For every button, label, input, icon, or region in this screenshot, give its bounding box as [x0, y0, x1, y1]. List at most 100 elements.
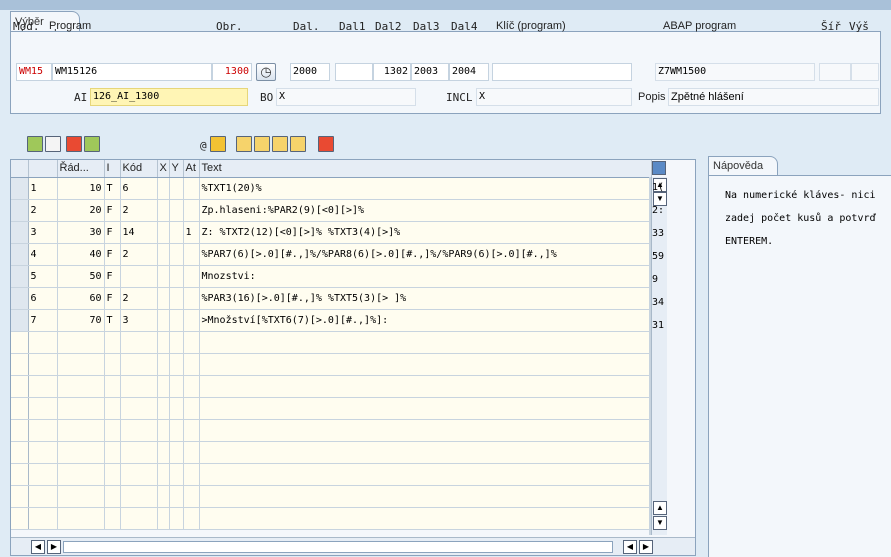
row-selector[interactable]: [11, 199, 29, 222]
col-i[interactable]: I: [104, 160, 121, 178]
row-selector[interactable]: [11, 441, 29, 464]
hscroll-thumb[interactable]: [63, 541, 613, 553]
cell-code[interactable]: [120, 507, 158, 530]
cell-i[interactable]: T: [104, 309, 121, 332]
cell-at[interactable]: [183, 507, 200, 530]
cell-at[interactable]: [183, 419, 200, 442]
horizontal-scrollbar[interactable]: ◀ ▶ ◀ ▶: [11, 537, 695, 555]
mod-field[interactable]: WM15: [16, 63, 52, 81]
row-selector[interactable]: [11, 331, 29, 354]
cell-x[interactable]: [157, 419, 170, 442]
cell-row[interactable]: 20: [57, 199, 105, 222]
scroll-left-end-icon[interactable]: ◀: [623, 540, 637, 554]
cell-y[interactable]: [169, 485, 184, 508]
cell-at[interactable]: [183, 485, 200, 508]
cell-row[interactable]: [57, 485, 105, 508]
cell-row[interactable]: [57, 375, 105, 398]
cell-y[interactable]: [169, 287, 184, 310]
cell-i[interactable]: F: [104, 287, 121, 310]
row-number[interactable]: [28, 375, 58, 398]
cell-x[interactable]: [157, 177, 170, 200]
cell-code[interactable]: 2: [120, 243, 158, 266]
empty-row[interactable]: [11, 441, 652, 464]
cell-row[interactable]: [57, 353, 105, 376]
col-text[interactable]: Text: [199, 160, 652, 178]
cell-row[interactable]: [57, 419, 105, 442]
row-number[interactable]: [28, 397, 58, 420]
cell-x[interactable]: [157, 375, 170, 398]
page-icon[interactable]: [45, 136, 61, 152]
cell-x[interactable]: [157, 265, 170, 288]
cell-at[interactable]: [183, 177, 200, 200]
ai-field[interactable]: 126_AI_1300: [90, 88, 248, 106]
scroll-down-icon[interactable]: ▼: [653, 192, 667, 206]
row-number[interactable]: 3: [28, 221, 58, 244]
cell-at[interactable]: [183, 265, 200, 288]
move-top-icon[interactable]: [254, 136, 270, 152]
cell-text[interactable]: [199, 353, 652, 376]
empty-row[interactable]: [11, 463, 652, 486]
cell-at[interactable]: [183, 199, 200, 222]
row-selector[interactable]: [11, 287, 29, 310]
cell-at[interactable]: [183, 375, 200, 398]
cell-code[interactable]: 2: [120, 287, 158, 310]
table-row[interactable]: 6 60 F 2 %PAR3(16)[>.0][#.,]% %TXT5(3)[> ]%: [11, 287, 652, 310]
cell-i[interactable]: [104, 485, 121, 508]
cell-row[interactable]: 60: [57, 287, 105, 310]
cell-x[interactable]: [157, 397, 170, 420]
row-number[interactable]: 6: [28, 287, 58, 310]
empty-row[interactable]: [11, 419, 652, 442]
row-number[interactable]: 4: [28, 243, 58, 266]
next4-field[interactable]: 2004: [449, 63, 489, 81]
col-row[interactable]: Řád...: [57, 160, 105, 178]
cell-row[interactable]: 50: [57, 265, 105, 288]
row-number[interactable]: 7: [28, 309, 58, 332]
cell-row[interactable]: 10: [57, 177, 105, 200]
row-selector[interactable]: [11, 177, 29, 200]
cell-at[interactable]: [183, 463, 200, 486]
cell-i[interactable]: F: [104, 199, 121, 222]
col-code[interactable]: Kód: [120, 160, 158, 178]
cell-at[interactable]: [183, 243, 200, 266]
cell-at[interactable]: [183, 353, 200, 376]
arrow-icon[interactable]: [210, 136, 226, 152]
empty-row[interactable]: [11, 507, 652, 530]
cell-i[interactable]: [104, 463, 121, 486]
next2-field[interactable]: 1302: [373, 63, 411, 81]
row-selector[interactable]: [11, 221, 29, 244]
scroll-down-bottom-icon[interactable]: ▼: [653, 516, 667, 530]
cell-x[interactable]: [157, 221, 170, 244]
table-row[interactable]: 2 20 F 2 Zp.hlaseni:%PAR2(9)[<0][>]%: [11, 199, 652, 222]
empty-row[interactable]: [11, 375, 652, 398]
cell-x[interactable]: [157, 485, 170, 508]
row-number[interactable]: [28, 485, 58, 508]
cell-row[interactable]: 30: [57, 221, 105, 244]
cell-y[interactable]: [169, 419, 184, 442]
details-icon[interactable]: [27, 136, 43, 152]
next3-field[interactable]: 2003: [411, 63, 449, 81]
selector-header[interactable]: [11, 160, 29, 178]
cell-y[interactable]: [169, 309, 184, 332]
empty-row[interactable]: [11, 397, 652, 420]
scroll-up-bottom-icon[interactable]: ▲: [653, 501, 667, 515]
row-selector[interactable]: [11, 353, 29, 376]
row-selector[interactable]: [11, 507, 29, 530]
table-settings-icon[interactable]: [652, 161, 666, 175]
row-selector[interactable]: [11, 375, 29, 398]
cell-text[interactable]: Zp.hlaseni:%PAR2(9)[<0][>]%: [199, 199, 652, 222]
cell-at[interactable]: [183, 331, 200, 354]
key-program-field[interactable]: [492, 63, 632, 81]
cell-y[interactable]: [169, 177, 184, 200]
screen-field[interactable]: 1300: [212, 63, 252, 81]
move-up-icon[interactable]: [236, 136, 252, 152]
cell-at[interactable]: [183, 441, 200, 464]
cell-code[interactable]: [120, 375, 158, 398]
cell-at[interactable]: [183, 397, 200, 420]
cell-x[interactable]: [157, 441, 170, 464]
cell-text[interactable]: [199, 397, 652, 420]
cell-i[interactable]: F: [104, 243, 121, 266]
cell-y[interactable]: [169, 331, 184, 354]
cell-y[interactable]: [169, 507, 184, 530]
cell-y[interactable]: [169, 265, 184, 288]
cell-text[interactable]: >Množství[%TXT6(7)[>.0][#.,]%]:: [199, 309, 652, 332]
